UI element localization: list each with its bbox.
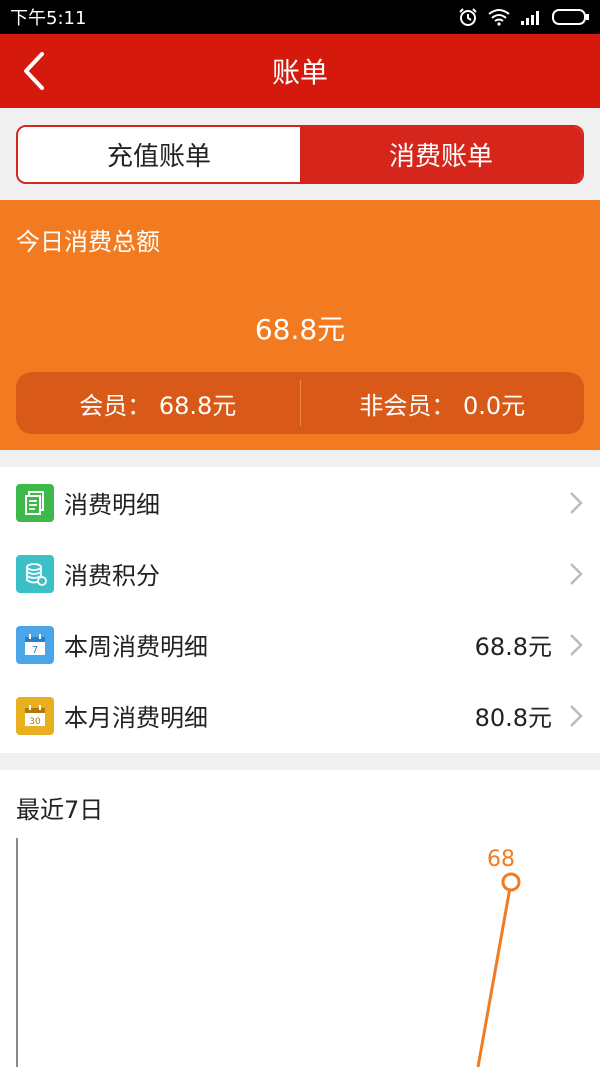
signal-icon bbox=[521, 11, 539, 25]
wifi-icon bbox=[488, 9, 510, 26]
segment-control: 充值账单 消费账单 bbox=[16, 125, 584, 184]
series-line bbox=[476, 881, 513, 1067]
menu-item-label: 消费明细 bbox=[64, 491, 160, 519]
line-chart: 68 bbox=[16, 838, 521, 1067]
chevron-right-icon bbox=[570, 633, 583, 656]
recent-7-days-chart: 最近7日 68 bbox=[0, 770, 600, 1067]
non-member-amount: 非会员： 0.0元 bbox=[359, 391, 526, 420]
menu-item-consume-points[interactable]: 消费积分 bbox=[0, 538, 600, 609]
page-title: 账单 bbox=[271, 56, 328, 89]
menu-list: 消费明细 消费积分 7 本周消费明细 68.8元 30 本月消费明细 80.8元 bbox=[0, 467, 600, 753]
menu-item-label: 消费积分 bbox=[64, 562, 160, 590]
summary-label: 今日消费总额 bbox=[16, 228, 160, 256]
tab-recharge-bill[interactable]: 充值账单 bbox=[18, 127, 300, 182]
calendar-7-icon: 7 bbox=[16, 625, 54, 664]
chevron-right-icon bbox=[570, 704, 583, 727]
member-amount: 会员： 68.8元 bbox=[79, 391, 237, 420]
menu-item-label: 本周消费明细 bbox=[64, 633, 208, 661]
data-point bbox=[501, 872, 521, 892]
menu-item-value: 80.8元 bbox=[474, 704, 552, 732]
status-time: 下午5:11 bbox=[10, 8, 87, 29]
menu-item-week-detail[interactable]: 7 本周消费明细 68.8元 bbox=[0, 609, 600, 680]
summary-amount: 68.8元 bbox=[254, 313, 346, 346]
document-icon bbox=[16, 483, 54, 522]
menu-item-month-detail[interactable]: 30 本月消费明细 80.8元 bbox=[0, 680, 600, 751]
member-split: 会员： 68.8元 非会员： 0.0元 bbox=[16, 372, 584, 434]
title-bar: 账单 bbox=[0, 34, 600, 108]
data-label: 68 bbox=[487, 847, 515, 872]
chevron-right-icon bbox=[570, 562, 583, 585]
chevron-right-icon bbox=[570, 491, 583, 514]
battery-icon bbox=[552, 9, 589, 25]
calendar-day-text: 30 bbox=[29, 717, 41, 727]
status-bar: 下午5:11 bbox=[0, 0, 600, 34]
tab-consume-bill[interactable]: 消费账单 bbox=[300, 127, 582, 182]
menu-item-value: 68.8元 bbox=[474, 633, 552, 661]
coins-icon bbox=[16, 554, 54, 593]
today-summary: 今日消费总额 68.8元 会员： 68.8元 非会员： 0.0元 bbox=[0, 200, 600, 450]
calendar-30-icon: 30 bbox=[16, 696, 54, 735]
status-icons bbox=[458, 7, 590, 27]
back-icon[interactable] bbox=[18, 51, 58, 91]
menu-item-consume-detail[interactable]: 消费明细 bbox=[0, 467, 600, 538]
alarm-icon bbox=[459, 8, 477, 26]
bill-type-switch: 充值账单 消费账单 bbox=[0, 108, 600, 200]
calendar-day-text: 7 bbox=[32, 645, 38, 656]
menu-item-label: 本月消费明细 bbox=[64, 704, 208, 732]
